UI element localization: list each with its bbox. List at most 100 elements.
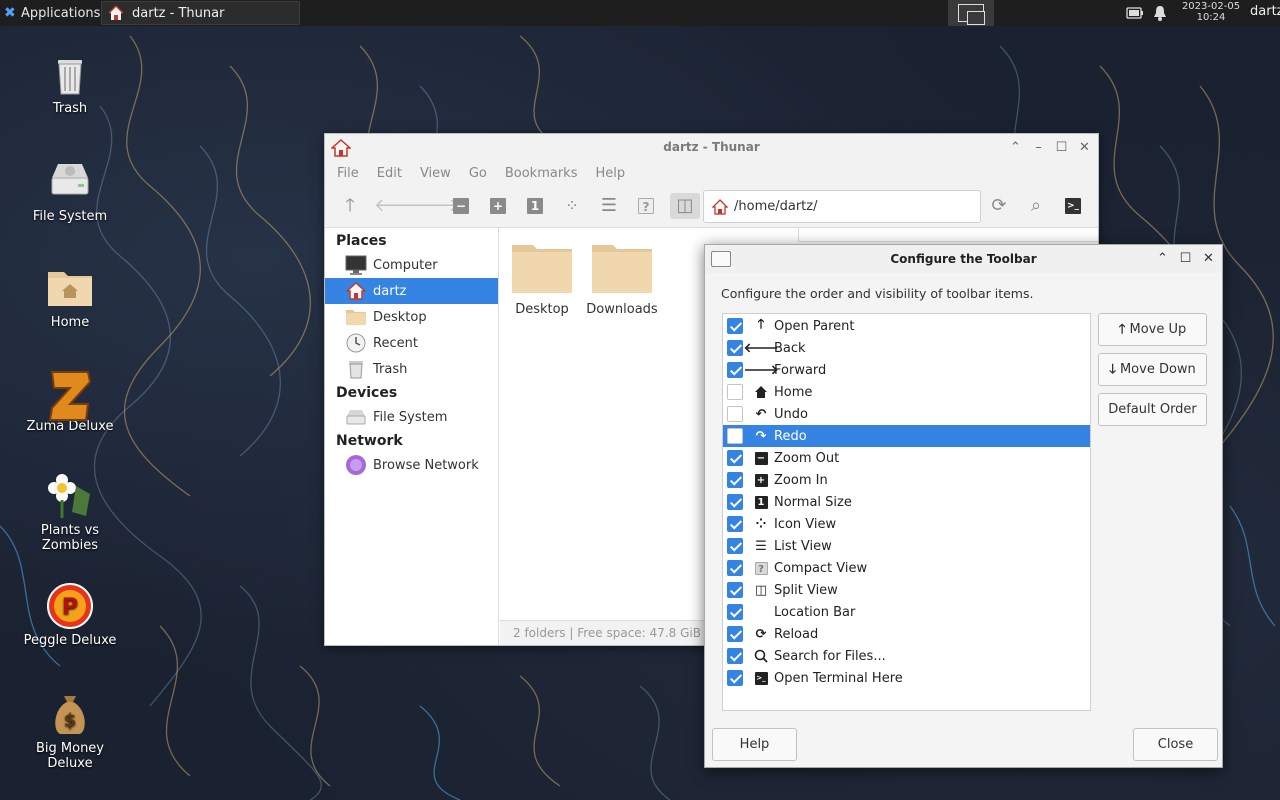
checkbox[interactable]: [727, 384, 743, 400]
checkbox[interactable]: [727, 582, 743, 598]
move-up-button[interactable]: 🡑 Move Up: [1098, 313, 1207, 346]
sidebar-item-desktop[interactable]: Desktop: [325, 304, 498, 330]
list-item[interactable]: ⟳ Reload: [723, 623, 1090, 645]
list-item[interactable]: 🡑 Open Parent: [723, 315, 1090, 337]
list-item[interactable]: ? Compact View: [723, 557, 1090, 579]
list-item[interactable]: 🡒 Forward: [723, 359, 1090, 381]
compact-view-icon[interactable]: ?: [633, 193, 659, 219]
minimize-button[interactable]: –: [1027, 138, 1050, 158]
folder-item-downloads[interactable]: Downloads: [582, 242, 662, 317]
menu-go[interactable]: Go: [469, 166, 487, 181]
close-button[interactable]: ✕: [1073, 138, 1096, 158]
applications-menu[interactable]: ✖ Applications: [0, 0, 112, 26]
menu-help[interactable]: Help: [595, 166, 625, 181]
search-icon[interactable]: ⌕: [1023, 193, 1049, 219]
maximize-button[interactable]: ☐: [1174, 249, 1197, 269]
sidebar-item-browse-network[interactable]: Browse Network: [325, 452, 498, 478]
thunar-titlebar[interactable]: dartz - Thunar ⌃ – ☐ ✕: [325, 134, 1098, 162]
help-button[interactable]: Help: [712, 728, 797, 761]
checkbox[interactable]: [727, 318, 743, 334]
arrow-up-icon[interactable]: 🡑: [337, 193, 363, 219]
close-label: Close: [1157, 737, 1194, 752]
menu-file[interactable]: File: [337, 166, 359, 181]
default-order-button[interactable]: Default Order: [1098, 393, 1207, 426]
list-item[interactable]: − Zoom Out: [723, 447, 1090, 469]
reload-icon[interactable]: ⟳: [986, 193, 1012, 219]
folder-item-desktop[interactable]: Desktop: [502, 242, 582, 317]
toolbar-items-list[interactable]: 🡑 Open Parent 🡐 Back 🡒 Forward Home ↶ Un…: [722, 313, 1091, 711]
list-item[interactable]: ☰ List View: [723, 535, 1090, 557]
maximize-button[interactable]: ☐: [1050, 138, 1073, 158]
checkbox[interactable]: [727, 626, 743, 642]
normal-size-icon[interactable]: 1: [522, 193, 548, 219]
checkbox[interactable]: [727, 604, 743, 620]
checkbox[interactable]: [727, 362, 743, 378]
sidebar-item-computer[interactable]: Computer: [325, 252, 498, 278]
zoom-in-icon[interactable]: +: [485, 193, 511, 219]
workspace-switcher[interactable]: [948, 0, 994, 26]
checkbox[interactable]: [727, 670, 743, 686]
zoom-out-icon[interactable]: −: [448, 193, 474, 219]
checkbox[interactable]: [727, 648, 743, 664]
list-item[interactable]: Search for Files...: [723, 645, 1090, 667]
checkbox[interactable]: [727, 494, 743, 510]
desktop-icon-big-money[interactable]: $ Big Money Deluxe: [20, 690, 120, 771]
menu-bookmarks[interactable]: Bookmarks: [505, 166, 578, 181]
checkbox[interactable]: [727, 406, 743, 422]
sidebar: Places Computer dartz Desktop Recent Tra…: [325, 228, 499, 645]
sidebar-item-file-system[interactable]: File System: [325, 404, 498, 430]
checkbox[interactable]: [727, 560, 743, 576]
menu-edit[interactable]: Edit: [377, 166, 402, 181]
thunar-toolbar: 🡑 🡐 🡒 − + 1 ⁘ ☰ ? ◫ /home/dartz/ ⟳ ⌕ >_: [325, 184, 1098, 228]
sidebar-item-dartz[interactable]: dartz: [325, 278, 498, 304]
dialog-titlebar[interactable]: Configure the Toolbar ⌃ ☐ ✕: [705, 245, 1222, 273]
desktop-icon-home[interactable]: Home: [20, 264, 120, 330]
checkbox[interactable]: [727, 450, 743, 466]
list-item[interactable]: ⁘ Icon View: [723, 513, 1090, 535]
list-item[interactable]: >_ Open Terminal Here: [723, 667, 1090, 689]
list-item[interactable]: 1 Normal Size: [723, 491, 1090, 513]
list-view-icon[interactable]: ☰: [596, 193, 622, 219]
taskbar-item-label: dartz - Thunar: [132, 5, 225, 21]
search-icon: [753, 648, 769, 664]
close-dialog-button[interactable]: Close: [1133, 728, 1218, 761]
panel-clock[interactable]: 2023-02-05 10:24: [1180, 1, 1242, 23]
chevron-up-icon[interactable]: ⌃: [1151, 249, 1174, 269]
list-item[interactable]: Location Bar: [723, 601, 1090, 623]
desktop-icon-zuma[interactable]: Zuma Deluxe: [20, 368, 120, 434]
checkbox[interactable]: [727, 516, 743, 532]
taskbar-item-thunar[interactable]: dartz - Thunar: [101, 1, 300, 25]
notifications-bell-icon[interactable]: [1153, 0, 1167, 26]
terminal-icon[interactable]: >_: [1060, 193, 1086, 219]
item-label: Split View: [774, 582, 838, 598]
plants-icon: [46, 472, 94, 520]
list-item[interactable]: + Zoom In: [723, 469, 1090, 491]
split-view-icon[interactable]: ◫: [670, 193, 700, 219]
desktop-icon-trash[interactable]: Trash: [20, 50, 120, 116]
list-item[interactable]: ↶ Undo: [723, 403, 1090, 425]
user-menu[interactable]: dartz: [1250, 4, 1280, 19]
checkbox[interactable]: [727, 340, 743, 356]
battery-icon[interactable]: [1126, 0, 1144, 26]
move-down-button[interactable]: 🡓 Move Down: [1098, 353, 1207, 386]
list-item[interactable]: ◫ Split View: [723, 579, 1090, 601]
arrow-left-icon[interactable]: 🡐: [374, 193, 422, 219]
close-button[interactable]: ✕: [1197, 249, 1220, 269]
sidebar-item-trash[interactable]: Trash: [325, 356, 498, 382]
list-item[interactable]: Home: [723, 381, 1090, 403]
sidebar-item-recent[interactable]: Recent: [325, 330, 498, 356]
checkbox[interactable]: [727, 538, 743, 554]
checkbox[interactable]: [727, 472, 743, 488]
icon-view-icon[interactable]: ⁘: [559, 193, 585, 219]
checkbox[interactable]: [727, 428, 743, 444]
list-item-selected[interactable]: ↷ Redo: [723, 425, 1090, 447]
list-item[interactable]: 🡐 Back: [723, 337, 1090, 359]
menu-view[interactable]: View: [420, 166, 451, 181]
split-view-icon: ◫: [754, 582, 768, 598]
desktop-icon-peggle[interactable]: P Peggle Deluxe: [20, 582, 120, 648]
desktop-icon-file-system[interactable]: File System: [20, 158, 120, 224]
desktop-icon-plants-vs-zombies[interactable]: Plants vs Zombies: [20, 472, 120, 553]
arrow-right-icon[interactable]: 🡒: [411, 193, 459, 219]
location-bar[interactable]: /home/dartz/: [703, 190, 981, 223]
chevron-up-icon[interactable]: ⌃: [1004, 138, 1027, 158]
